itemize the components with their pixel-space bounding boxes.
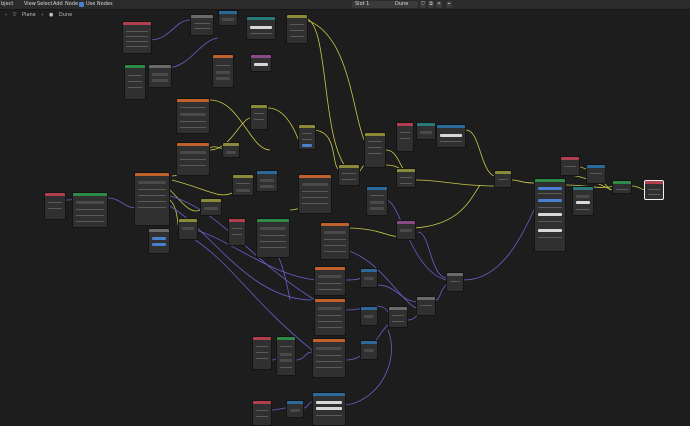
node-link (511, 179, 535, 184)
node[interactable] (276, 336, 296, 376)
node-material-output[interactable] (644, 180, 664, 200)
node[interactable] (176, 142, 210, 176)
node[interactable] (250, 104, 268, 130)
node[interactable] (200, 198, 222, 216)
node-link (435, 284, 447, 301)
node[interactable] (338, 164, 360, 186)
node-link (271, 407, 287, 411)
node-link (311, 129, 341, 171)
node[interactable] (612, 180, 632, 194)
node-link (345, 227, 399, 237)
node[interactable] (176, 98, 210, 134)
node[interactable] (222, 142, 240, 158)
node-link (345, 277, 361, 281)
node[interactable] (396, 168, 416, 188)
node[interactable] (416, 296, 436, 316)
node[interactable] (124, 64, 146, 100)
node[interactable] (286, 400, 304, 418)
node-link (267, 107, 301, 146)
node-link (185, 233, 313, 351)
node-link (169, 195, 316, 301)
node[interactable] (232, 174, 254, 196)
node[interactable] (218, 10, 238, 26)
node[interactable] (314, 298, 346, 336)
node-link (377, 284, 417, 303)
node[interactable] (44, 192, 66, 220)
node[interactable] (178, 218, 198, 240)
node[interactable] (72, 192, 108, 228)
node-link (413, 184, 481, 229)
node[interactable] (298, 124, 316, 150)
node[interactable] (148, 64, 172, 88)
node-link (165, 37, 219, 69)
node[interactable] (298, 174, 332, 214)
node[interactable] (446, 272, 464, 292)
node[interactable] (246, 16, 276, 40)
node[interactable] (572, 186, 594, 216)
node[interactable] (366, 186, 388, 216)
node[interactable] (286, 14, 308, 44)
node[interactable] (252, 400, 272, 426)
node[interactable] (560, 156, 580, 176)
node-link (465, 129, 495, 177)
node[interactable] (312, 392, 346, 426)
node-principled-bsdf[interactable] (534, 178, 566, 252)
node-link (149, 19, 191, 41)
node[interactable] (122, 21, 152, 54)
node[interactable] (320, 222, 350, 260)
node-link (385, 199, 447, 281)
node-link (295, 351, 313, 361)
node-link (417, 231, 447, 279)
node[interactable] (212, 54, 234, 88)
node-link (303, 401, 313, 409)
node[interactable] (250, 54, 272, 72)
node[interactable] (586, 164, 606, 184)
node[interactable] (256, 218, 290, 258)
node-link (415, 179, 495, 187)
node[interactable] (134, 172, 170, 226)
node[interactable] (388, 306, 408, 328)
node[interactable] (396, 220, 416, 240)
node[interactable] (360, 340, 378, 360)
node[interactable] (416, 122, 436, 140)
node[interactable] (190, 14, 214, 36)
node[interactable] (314, 266, 346, 296)
node[interactable] (364, 132, 386, 168)
node-link (107, 197, 137, 209)
node[interactable] (256, 170, 278, 192)
node[interactable] (396, 122, 414, 152)
node[interactable] (228, 218, 246, 246)
node[interactable] (494, 170, 512, 188)
node[interactable] (252, 336, 272, 370)
node-link (171, 179, 235, 196)
node-link (463, 209, 535, 281)
node[interactable] (360, 268, 378, 288)
node[interactable] (436, 124, 466, 148)
node[interactable] (360, 306, 378, 326)
node[interactable] (148, 228, 170, 254)
node[interactable] (312, 338, 346, 378)
